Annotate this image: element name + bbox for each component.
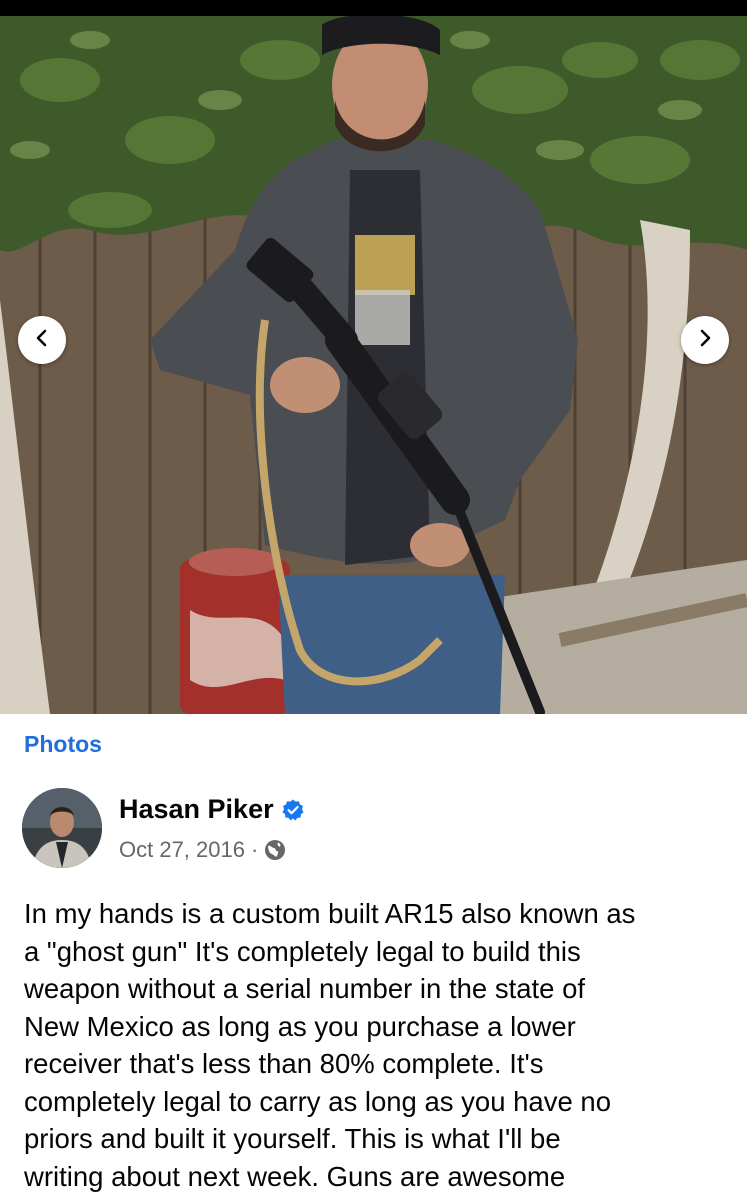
author-row: Hasan Piker [119, 794, 305, 825]
status-bar [0, 0, 747, 16]
author-name[interactable]: Hasan Piker [119, 794, 274, 825]
post-text-line: writing about next week. Guns are awesom… [24, 1160, 566, 1192]
chevron-right-icon [694, 327, 716, 354]
post-text-line: receiver that's less than 80% complete. … [24, 1048, 544, 1079]
post-text-line: completely legal to carry as long as you… [24, 1085, 611, 1117]
post-date[interactable]: Oct 27, 2016 [119, 837, 245, 863]
chevron-left-icon [31, 327, 53, 354]
post-text-line: priors and built it yourself. This is wh… [24, 1123, 561, 1154]
post-text-line: weapon without a serial number in the st… [24, 973, 586, 1004]
photos-album-link[interactable]: Photos [24, 731, 102, 758]
post-meta: Oct 27, 2016 · [119, 837, 286, 863]
post-text-line: In my hands is a custom built AR15 also … [24, 898, 636, 929]
post-text-line: a "ghost gun" It's completely legal to b… [24, 935, 581, 967]
avatar[interactable] [22, 788, 102, 868]
next-photo-button[interactable] [681, 316, 729, 364]
previous-photo-button[interactable] [18, 316, 66, 364]
post-body: In my hands is a custom built AR15 also … [24, 895, 724, 1195]
post-text-line: New Mexico as long as you purchase a low… [24, 1010, 576, 1042]
post-viewer: Photos Hasan Piker Oct 27, 2016 · In my … [0, 0, 747, 1200]
verified-badge-icon [281, 798, 305, 822]
post-header: Hasan Piker Oct 27, 2016 · [22, 788, 722, 870]
photo-illustration [0, 14, 747, 714]
meta-separator: · [250, 837, 259, 862]
globe-icon[interactable] [264, 839, 286, 861]
post-photo[interactable] [0, 0, 747, 714]
